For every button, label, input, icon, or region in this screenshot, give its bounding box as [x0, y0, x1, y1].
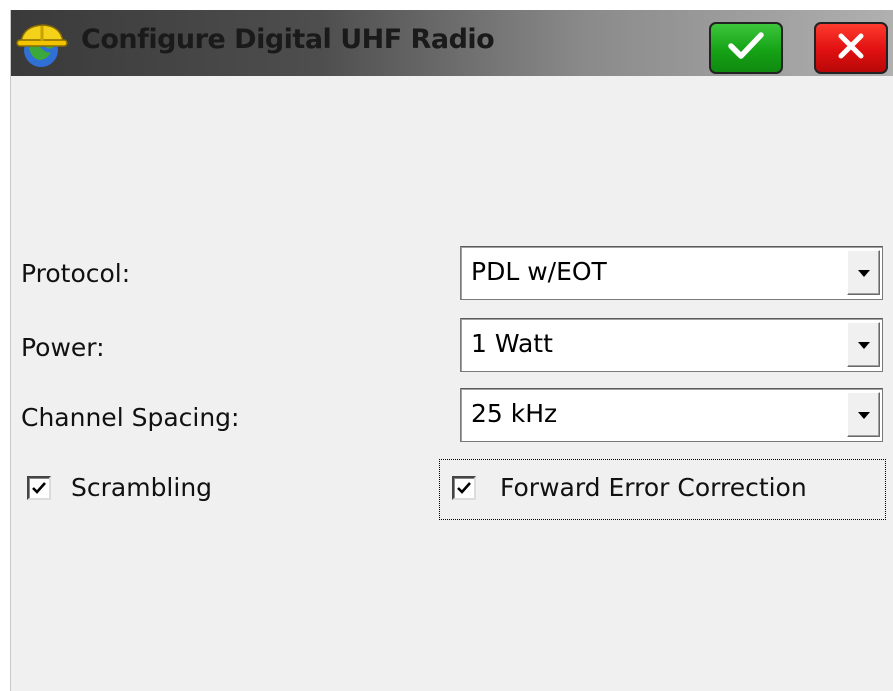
close-x-icon: [834, 29, 868, 67]
channel-spacing-dropdown-arrow[interactable]: [847, 392, 880, 437]
fec-checkbox-row[interactable]: Forward Error Correction: [452, 473, 807, 502]
fec-checkbox[interactable]: [452, 475, 476, 500]
chevron-down-icon: [858, 270, 870, 277]
scrambling-label: Scrambling: [71, 473, 213, 502]
dialog-window: Configure Digital UHF Radio Protocol: PD…: [10, 10, 893, 691]
hardhat-globe-icon: [15, 20, 69, 70]
chevron-down-icon: [858, 412, 870, 419]
power-dropdown[interactable]: 1 Watt: [460, 318, 883, 372]
title-bar: Configure Digital UHF Radio: [11, 10, 893, 76]
protocol-dropdown[interactable]: PDL w/EOT: [460, 246, 883, 300]
scrambling-checkbox[interactable]: [27, 475, 51, 500]
checkmark-icon: [726, 29, 766, 67]
checkmark-icon: [457, 481, 471, 494]
protocol-label: Protocol:: [21, 259, 131, 288]
window-title: Configure Digital UHF Radio: [81, 24, 495, 55]
power-value: 1 Watt: [471, 329, 553, 358]
ok-button[interactable]: [709, 22, 783, 74]
power-dropdown-arrow[interactable]: [847, 322, 880, 367]
fec-label: Forward Error Correction: [500, 473, 807, 502]
channel-spacing-label: Channel Spacing:: [21, 403, 240, 432]
scrambling-checkbox-row[interactable]: Scrambling: [27, 473, 212, 502]
power-label: Power:: [21, 333, 105, 362]
cancel-button[interactable]: [814, 22, 888, 74]
protocol-value: PDL w/EOT: [471, 257, 607, 286]
channel-spacing-dropdown[interactable]: 25 kHz: [460, 388, 883, 442]
channel-spacing-value: 25 kHz: [471, 399, 558, 428]
chevron-down-icon: [858, 342, 870, 349]
protocol-dropdown-arrow[interactable]: [847, 250, 880, 295]
checkmark-icon: [32, 481, 46, 494]
